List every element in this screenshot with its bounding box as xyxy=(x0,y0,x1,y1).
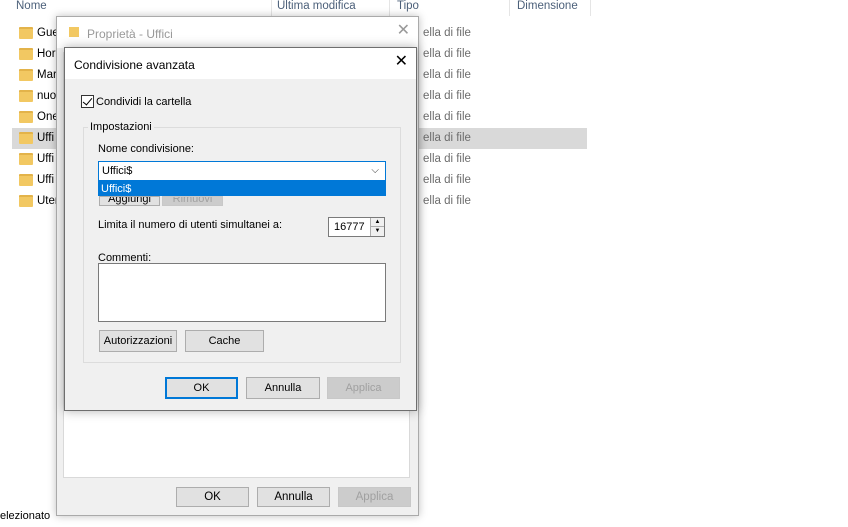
item-type: ella di file xyxy=(423,195,471,207)
folder-icon xyxy=(69,27,79,37)
item-name: Uffi xyxy=(37,153,55,165)
item-name: nuo xyxy=(37,90,57,102)
folder-icon xyxy=(19,195,33,207)
item-name: Mar xyxy=(37,69,57,81)
item-type: ella di file xyxy=(423,174,471,186)
item-type: ella di file xyxy=(423,153,471,165)
folder-icon xyxy=(19,27,33,39)
column-header-modified[interactable]: Ultima modifica xyxy=(273,0,390,16)
properties-apply-button[interactable]: Applica xyxy=(338,487,411,507)
add-button[interactable]: Aggiungi xyxy=(99,196,160,206)
item-type: ella di file xyxy=(423,90,471,102)
apply-button[interactable]: Applica xyxy=(327,377,400,399)
column-header-size[interactable]: Dimensione xyxy=(513,0,591,16)
item-name: Uffi xyxy=(37,132,55,144)
properties-ok-button[interactable]: OK xyxy=(176,487,249,507)
folder-icon xyxy=(19,111,33,123)
settings-group-label: Impostazioni xyxy=(88,121,154,133)
user-limit-value: 16777 xyxy=(334,221,365,233)
item-type: ella di file xyxy=(423,132,471,144)
share-name-combobox[interactable]: Uffici$ ⌵ xyxy=(98,161,386,181)
user-limit-label: Limita il numero di utenti simultanei a: xyxy=(98,219,283,231)
advanced-sharing-dialog: Condivisione avanzata ✕ Condividi la car… xyxy=(64,47,417,411)
user-limit-stepper[interactable]: 16777 ▲ ▼ xyxy=(328,217,385,237)
folder-icon xyxy=(19,90,33,102)
comments-textarea[interactable] xyxy=(98,263,386,322)
folder-icon xyxy=(19,48,33,60)
cancel-button[interactable]: Annulla xyxy=(246,377,320,399)
share-folder-checkbox[interactable] xyxy=(81,95,94,108)
properties-cancel-button[interactable]: Annulla xyxy=(257,487,330,507)
item-type: ella di file xyxy=(423,111,471,123)
properties-title: Proprietà - Uffici xyxy=(87,27,173,41)
ok-button[interactable]: OK xyxy=(165,377,238,399)
column-header-name[interactable]: Nome xyxy=(12,0,272,16)
chevron-down-icon[interactable]: ⌵ xyxy=(371,165,379,176)
spin-up-icon[interactable]: ▲ xyxy=(370,218,384,227)
item-type: ella di file xyxy=(423,69,471,81)
item-type: ella di file xyxy=(423,48,471,60)
item-name: Uffi xyxy=(37,174,55,186)
close-icon[interactable]: ✕ xyxy=(395,54,408,70)
permissions-button[interactable]: Autorizzazioni xyxy=(99,330,177,352)
share-name-option[interactable]: Uffici$ xyxy=(101,183,131,195)
share-name-value: Uffici$ xyxy=(102,165,133,177)
share-folder-label[interactable]: Condividi la cartella xyxy=(96,96,191,108)
folder-icon xyxy=(19,132,33,144)
cache-button[interactable]: Cache xyxy=(185,330,264,352)
item-name: Hor xyxy=(37,48,56,60)
column-header-type[interactable]: Tipo xyxy=(393,0,510,16)
folder-icon xyxy=(19,69,33,81)
dialog-title: Condivisione avanzata xyxy=(74,58,195,72)
close-icon[interactable]: ✕ xyxy=(397,23,410,39)
properties-titlebar[interactable]: Proprietà - Uffici ✕ xyxy=(57,17,418,48)
remove-button[interactable]: Rimuovi xyxy=(162,196,223,206)
spin-down-icon[interactable]: ▼ xyxy=(370,227,384,236)
folder-icon xyxy=(19,174,33,186)
advanced-sharing-titlebar[interactable]: Condivisione avanzata ✕ xyxy=(65,48,416,79)
checkmark-icon xyxy=(82,95,93,106)
item-type: ella di file xyxy=(423,27,471,39)
share-name-label: Nome condivisione: xyxy=(98,143,194,155)
folder-icon xyxy=(19,153,33,165)
status-bar-text: elezionato xyxy=(0,510,51,522)
share-name-dropdown-list: Uffici$ xyxy=(98,181,386,196)
